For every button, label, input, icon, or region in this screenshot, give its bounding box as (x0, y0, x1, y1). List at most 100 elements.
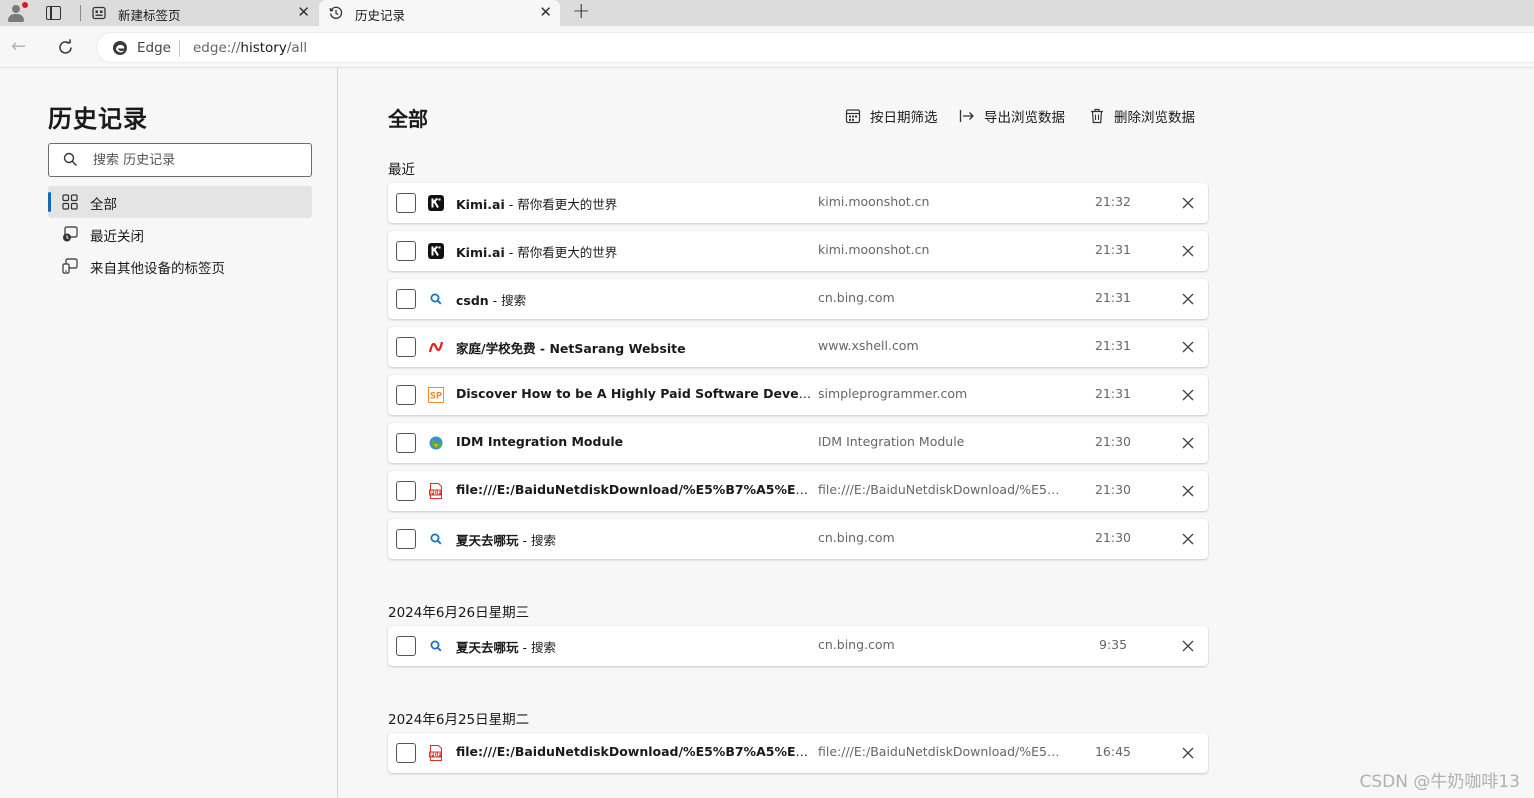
browser-brand-label: Edge (137, 40, 171, 56)
section-date-label: 2024年6月25日星期二 (388, 712, 530, 728)
remove-entry-close-icon[interactable] (1178, 743, 1198, 763)
address-bar[interactable]: Edge edge://history/all (96, 32, 1534, 63)
row-title[interactable]: file:///E:/BaiduNetdiskDownload/%E5%B7%A… (456, 482, 812, 497)
search-icon (430, 533, 442, 545)
row-checkbox[interactable] (396, 433, 416, 453)
row-title[interactable]: 夏天去哪玩 - 搜索 (456, 530, 812, 549)
row-domain: cn.bing.com (818, 637, 895, 652)
profile-avatar-icon[interactable] (6, 2, 28, 23)
row-checkbox[interactable] (396, 289, 416, 309)
history-main: 全部 按日期筛选 导出浏览数据 删除浏览数据 最近 Kimi.ai - 帮你看更大… (339, 68, 1534, 798)
svg-text:SP: SP (430, 392, 442, 402)
history-row[interactable]: PDF file:///E:/BaiduNetdiskDownload/%E5%B… (388, 471, 1208, 511)
idm-icon (429, 436, 443, 450)
row-title-strong: 夏天去哪玩 (456, 640, 519, 655)
row-domain: file:///E:/BaiduNetdiskDownload/%E5%B... (818, 744, 1068, 759)
history-row[interactable]: 家庭/学校免费 - NetSarang Website www.xshell.co… (388, 327, 1208, 367)
url-text[interactable]: edge://history/all (193, 40, 307, 56)
new-tab-plus-icon[interactable]: + (572, 1, 590, 23)
history-row[interactable]: Kimi.ai - 帮你看更大的世界 kimi.moonshot.cn 21:31 (388, 231, 1208, 271)
row-checkbox[interactable] (396, 743, 416, 763)
back-arrow-icon[interactable]: ← (11, 38, 26, 56)
pdf-icon: PDF (429, 745, 442, 761)
remove-entry-close-icon[interactable] (1178, 636, 1198, 656)
history-row[interactable]: 夏天去哪玩 - 搜索 cn.bing.com 9:35 (388, 626, 1208, 666)
row-domain: kimi.moonshot.cn (818, 194, 930, 209)
row-title-rest: - 帮你看更大的世界 (504, 245, 618, 260)
row-title-strong: Kimi.ai (456, 245, 505, 260)
export-data-button[interactable]: 导出浏览数据 (959, 106, 1065, 126)
history-row[interactable]: 夏天去哪玩 - 搜索 cn.bing.com 21:30 (388, 519, 1208, 559)
tab-actions-menu-icon[interactable] (46, 6, 61, 20)
history-row[interactable]: csdn - 搜索 cn.bing.com 21:31 (388, 279, 1208, 319)
row-checkbox[interactable] (396, 529, 416, 549)
row-title[interactable]: csdn - 搜索 (456, 290, 812, 309)
row-title[interactable]: Kimi.ai - 帮你看更大的世界 (456, 194, 812, 213)
sidebar-item-all[interactable]: 全部 (48, 186, 312, 218)
close-tab-icon[interactable]: ✕ (297, 4, 310, 20)
sidebar-item-other-devices[interactable]: 来自其他设备的标签页 (48, 250, 312, 282)
history-icon (329, 6, 343, 19)
history-row[interactable]: Kimi.ai - 帮你看更大的世界 kimi.moonshot.cn 21:32 (388, 183, 1208, 223)
row-title[interactable]: Kimi.ai - 帮你看更大的世界 (456, 242, 812, 261)
row-checkbox[interactable] (396, 636, 416, 656)
remove-entry-close-icon[interactable] (1178, 385, 1198, 405)
remove-entry-close-icon[interactable] (1178, 337, 1198, 357)
row-time: 21:31 (1094, 386, 1132, 401)
row-checkbox[interactable] (396, 385, 416, 405)
row-title-rest: - 搜索 (518, 533, 556, 548)
tab-new-tab[interactable]: 新建标签页 ✕ (82, 0, 318, 26)
browser-toolbar: ← Edge edge://history/all (0, 26, 1534, 68)
tab-title: 历史记录 (355, 8, 406, 23)
row-title-strong: 家庭/学校免费 - NetSarang Website (456, 341, 686, 356)
edge-logo-icon (113, 41, 127, 55)
row-checkbox[interactable] (396, 193, 416, 213)
row-domain: cn.bing.com (818, 530, 895, 545)
row-checkbox[interactable] (396, 337, 416, 357)
trash-icon (1091, 108, 1103, 124)
sp-icon: SP (428, 387, 444, 403)
row-title[interactable]: IDM Integration Module (456, 434, 812, 449)
tab-strip: 新建标签页 ✕ 历史记录 ✕ + (0, 0, 1534, 26)
row-title[interactable]: file:///E:/BaiduNetdiskDownload/%E5%B7%A… (456, 744, 812, 759)
page-title: 全部 (388, 107, 428, 131)
row-time: 21:30 (1094, 434, 1132, 449)
tab-title: 新建标签页 (118, 8, 181, 23)
remove-entry-close-icon[interactable] (1178, 241, 1198, 261)
delete-data-button[interactable]: 删除浏览数据 (1089, 106, 1195, 126)
row-time: 21:32 (1094, 194, 1132, 209)
remove-entry-close-icon[interactable] (1178, 433, 1198, 453)
row-time: 21:31 (1094, 242, 1132, 257)
remove-entry-close-icon[interactable] (1178, 481, 1198, 501)
row-title-strong: file:///E:/BaiduNetdiskDownload/%E5%B7%A… (456, 482, 812, 497)
remove-entry-close-icon[interactable] (1178, 529, 1198, 549)
kimi-icon (428, 243, 444, 259)
grid-icon (62, 194, 78, 210)
close-tab-icon[interactable]: ✕ (539, 4, 552, 20)
row-domain: kimi.moonshot.cn (818, 242, 930, 257)
history-row[interactable]: SP Discover How to be A Highly Paid Softw… (388, 375, 1208, 415)
sidebar-item-recently-closed[interactable]: 最近关闭 (48, 218, 312, 250)
tab-history[interactable]: 历史记录 ✕ (319, 0, 560, 26)
sidebar-item-label: 最近关闭 (90, 229, 144, 245)
history-row[interactable]: PDF file:///E:/BaiduNetdiskDownload/%E5%B… (388, 733, 1208, 773)
row-checkbox[interactable] (396, 481, 416, 501)
history-search-input[interactable] (93, 150, 303, 170)
search-icon (430, 640, 442, 652)
row-title-strong: Discover How to be A Highly Paid Softwar… (456, 386, 812, 401)
remove-entry-close-icon[interactable] (1178, 193, 1198, 213)
row-checkbox[interactable] (396, 241, 416, 261)
export-data-label: 导出浏览数据 (984, 110, 1065, 126)
row-domain: cn.bing.com (818, 290, 895, 305)
row-title-strong: Kimi.ai (456, 197, 505, 212)
row-title[interactable]: 夏天去哪玩 - 搜索 (456, 637, 812, 656)
row-title-strong: csdn (456, 293, 489, 308)
refresh-icon[interactable] (57, 39, 74, 56)
filter-by-date-button[interactable]: 按日期筛选 (845, 106, 938, 126)
history-search-box[interactable] (48, 143, 312, 177)
row-title[interactable]: 家庭/学校免费 - NetSarang Website (456, 338, 812, 357)
row-title-rest: - 帮你看更大的世界 (504, 197, 618, 212)
remove-entry-close-icon[interactable] (1178, 289, 1198, 309)
history-row[interactable]: IDM Integration Module IDM Integration Mo… (388, 423, 1208, 463)
row-title[interactable]: Discover How to be A Highly Paid Softwar… (456, 386, 812, 401)
